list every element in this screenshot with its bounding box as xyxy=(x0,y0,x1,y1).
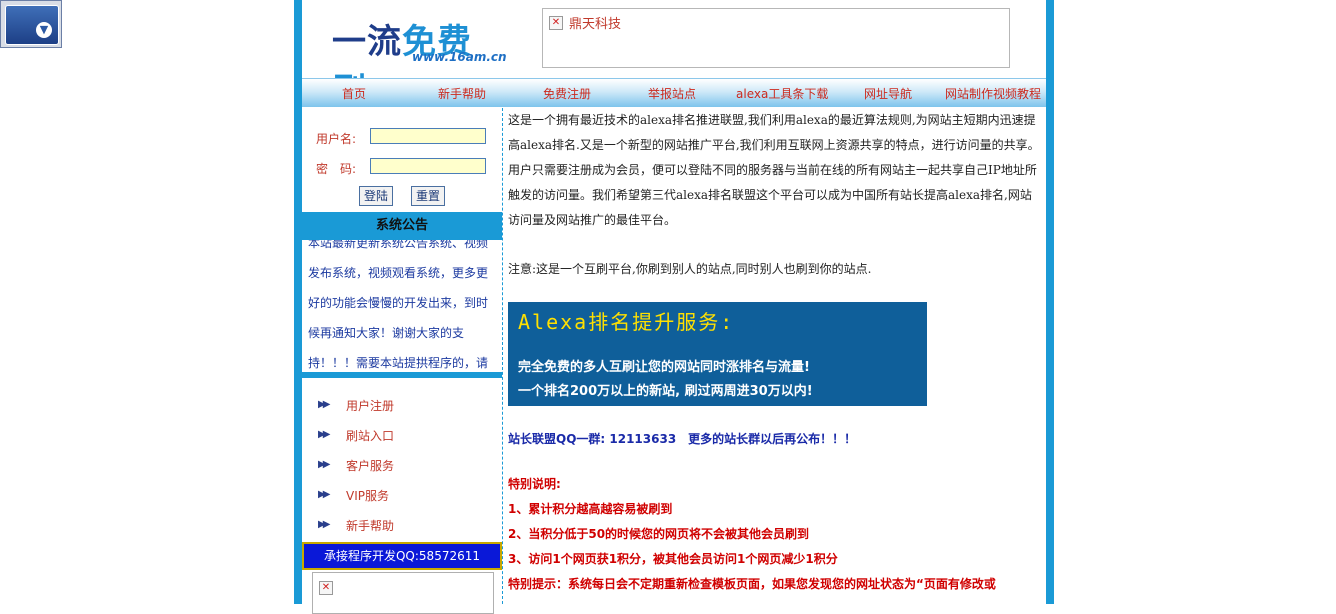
menu-item-vip[interactable]: ▶▶ VIP服务 xyxy=(302,480,502,510)
site-logo[interactable]: 一流免费刷 www.16am.cn xyxy=(332,14,507,111)
double-arrow-icon: ▶▶ xyxy=(318,489,331,500)
banner-line-2: 一个排名200万以上的新站, 刷过两周进30万以内! xyxy=(518,384,813,399)
column-divider xyxy=(502,108,503,604)
broken-image-icon: ✕ xyxy=(549,16,563,30)
menu-item-label[interactable]: 新手帮助 xyxy=(346,517,394,534)
chevron-down-icon: ▼ xyxy=(36,22,52,38)
side-menu: ▶▶ 用户注册 ▶▶ 刷站入口 ▶▶ 客户服务 ▶▶ VIP服务 ▶▶ 新手帮助 xyxy=(302,390,502,540)
banner-title: Alexa排名提升服务: xyxy=(518,310,735,334)
special-item: 3、访问1个网页获1积分，被其他会员访问1个网页减少1积分 xyxy=(508,552,838,566)
menu-item-label[interactable]: VIP服务 xyxy=(346,487,389,504)
nav-alexa-toolbar[interactable]: alexa工具条下载 xyxy=(736,85,828,102)
nav-register[interactable]: 免费注册 xyxy=(543,85,591,102)
nav-home[interactable]: 首页 xyxy=(342,85,366,102)
double-arrow-icon: ▶▶ xyxy=(318,399,331,410)
special-title: 特别说明: xyxy=(508,477,561,491)
contact-banner[interactable]: 承接程序开发QQ:58572611 xyxy=(302,542,502,570)
special-notes: 特别说明: 1、累计积分越高越容易被刷到 2、当积分低于50的时候您的网页将不会… xyxy=(508,472,1042,597)
side-image-box[interactable]: ✕ xyxy=(312,572,494,614)
password-label: 密 码: xyxy=(316,162,357,176)
special-item: 1、累计积分越高越容易被刷到 xyxy=(508,502,673,516)
menu-item-label[interactable]: 用户注册 xyxy=(346,397,394,414)
menu-item-help[interactable]: ▶▶ 新手帮助 xyxy=(302,510,502,540)
left-column: 用户名: 密 码: 登陆 重置 系统公告 本站最新更新系统公告系统、视频发布系统… xyxy=(302,108,502,614)
nav-beginner-help[interactable]: 新手帮助 xyxy=(438,85,486,102)
menu-item-customer-service[interactable]: ▶▶ 客户服务 xyxy=(302,450,502,480)
header-ad[interactable]: ✕ 鼎天科技 xyxy=(542,8,1010,68)
notice-marquee: 本站最新更新系统公告系统、视频发布系统，视频观看系统，更多更好的功能会慢慢的开发… xyxy=(302,240,502,378)
banner-line-1: 完全免费的多人互刷让您的网站同时涨排名与流量! xyxy=(518,360,810,375)
login-button[interactable]: 登陆 xyxy=(359,186,394,206)
notice-title: 系统公告 xyxy=(302,212,502,240)
header-ad-text[interactable]: 鼎天科技 xyxy=(569,13,621,32)
intro-paragraph: 这是一个拥有最近技术的alexa排名推进联盟,我们利用alexa的最近算法规则,… xyxy=(508,113,1040,227)
menu-item-brush-entry[interactable]: ▶▶ 刷站入口 xyxy=(302,420,502,450)
username-input[interactable] xyxy=(370,128,486,144)
menu-item-register[interactable]: ▶▶ 用户注册 xyxy=(302,390,502,420)
double-arrow-icon: ▶▶ xyxy=(318,519,331,530)
double-arrow-icon: ▶▶ xyxy=(318,459,331,470)
note-text: 注意:这是一个互刷平台,你刷到别人的站点,同时别人也刷到你的站点. xyxy=(508,262,872,276)
password-input[interactable] xyxy=(370,158,486,174)
page-content: 一流免费刷 www.16am.cn ✕ 鼎天科技 首页 新手帮助 免费注册 举报… xyxy=(302,0,1046,614)
reset-button[interactable]: 重置 xyxy=(411,186,446,206)
corner-app-widget[interactable]: ▼ xyxy=(0,0,62,48)
double-arrow-icon: ▶▶ xyxy=(318,429,331,440)
logo-url: www.16am.cn xyxy=(412,50,507,64)
special-item: 特别提示：系统每日会不定期重新检查模板页面，如果您发现您的网址状态为“页面有修改… xyxy=(508,577,996,591)
broken-image-icon: ✕ xyxy=(319,581,333,595)
fingerprint-icon: ▼ xyxy=(5,5,59,45)
nav-report-site[interactable]: 举报站点 xyxy=(648,85,696,102)
main-content: 这是一个拥有最近技术的alexa排名推进联盟,我们利用alexa的最近算法规则,… xyxy=(508,108,1042,591)
alexa-banner[interactable]: Alexa排名提升服务: 完全免费的多人互刷让您的网站同时涨排名与流量! 一个排… xyxy=(508,302,927,406)
page-frame: 一流免费刷 www.16am.cn ✕ 鼎天科技 首页 新手帮助 免费注册 举报… xyxy=(294,0,1054,614)
nav-video-tutorial[interactable]: 网站制作视频教程 xyxy=(945,85,1041,102)
top-nav: 首页 新手帮助 免费注册 举报站点 alexa工具条下载 网址导航 网站制作视频… xyxy=(302,78,1046,107)
nav-site-directory[interactable]: 网址导航 xyxy=(864,85,912,102)
notice-text: 本站最新更新系统公告系统、视频发布系统，视频观看系统，更多更好的功能会慢慢的开发… xyxy=(308,240,489,370)
logo-text-left: 一流 xyxy=(332,22,402,62)
username-label: 用户名: xyxy=(316,132,357,146)
menu-item-label[interactable]: 刷站入口 xyxy=(346,427,394,444)
menu-item-label[interactable]: 客户服务 xyxy=(346,457,394,474)
qq-group-text: 站长联盟QQ一群: 12113633 更多的站长群以后再公布！！！ xyxy=(508,432,857,446)
login-form: 用户名: 密 码: 登陆 重置 xyxy=(302,120,502,212)
special-item: 2、当积分低于50的时候您的网页将不会被其他会员刷到 xyxy=(508,527,810,541)
